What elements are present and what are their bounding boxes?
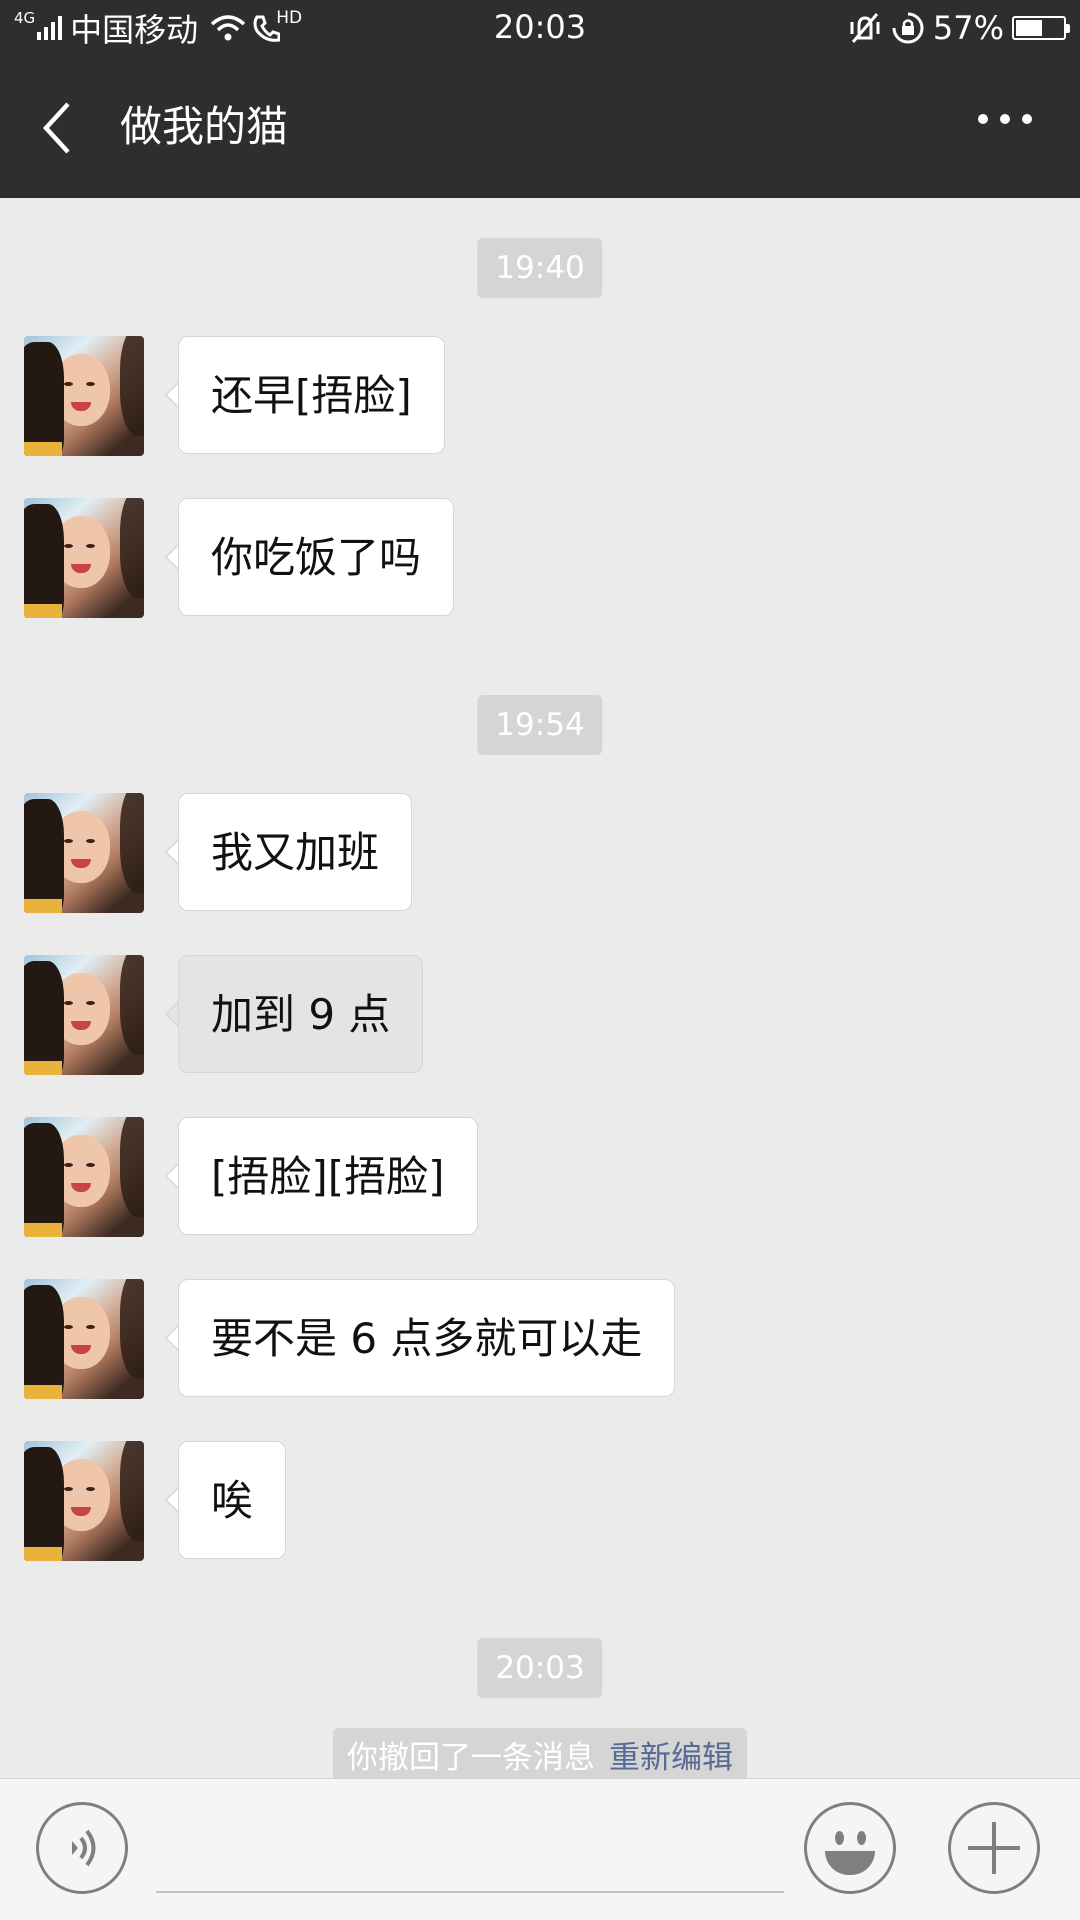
- avatar[interactable]: [24, 955, 144, 1075]
- message-row: 加到 9 点: [24, 955, 424, 1075]
- status-bar: 4G 中国移动 HD 20:03 57%: [0, 0, 1080, 56]
- rotation-lock-icon: [892, 12, 924, 44]
- message-row: 要不是 6 点多就可以走: [24, 1279, 676, 1399]
- message-bubble[interactable]: 我又加班: [178, 793, 413, 911]
- battery-percent: 57%: [932, 9, 1004, 47]
- recall-notice: 你撤回了一条消息 重新编辑: [333, 1728, 747, 1778]
- emoji-icon[interactable]: [804, 1802, 896, 1894]
- message-bubble[interactable]: 还早[捂脸]: [178, 336, 445, 454]
- message-row: 我又加班: [24, 793, 413, 913]
- plus-icon[interactable]: [948, 1802, 1040, 1894]
- timestamp-chip: 19:54: [477, 695, 603, 755]
- input-bar: [0, 1778, 1080, 1920]
- voice-icon[interactable]: [36, 1802, 128, 1894]
- avatar[interactable]: [24, 1441, 144, 1561]
- message-bubble-pressed[interactable]: 加到 9 点: [178, 955, 424, 1073]
- avatar[interactable]: [24, 1117, 144, 1237]
- message-bubble[interactable]: 要不是 6 点多就可以走: [178, 1279, 676, 1397]
- message-row: 还早[捂脸]: [24, 336, 445, 456]
- message-input[interactable]: [156, 1809, 784, 1893]
- message-row: 你吃饭了吗: [24, 498, 455, 618]
- vibrate-icon: [850, 13, 880, 43]
- message-row: [捂脸][捂脸]: [24, 1117, 478, 1237]
- avatar[interactable]: [24, 498, 144, 618]
- message-list[interactable]: 19:40 还早[捂脸] 你吃饭了吗 19:54 我又加班 加到 9 点 [捂脸…: [0, 198, 1080, 1778]
- battery-level-fill: [1016, 20, 1042, 36]
- battery-icon: [1012, 16, 1070, 40]
- avatar[interactable]: [24, 1279, 144, 1399]
- message-bubble[interactable]: [捂脸][捂脸]: [178, 1117, 478, 1235]
- chat-header: 做我的猫: [0, 56, 1080, 198]
- re-edit-link[interactable]: 重新编辑: [609, 1740, 733, 1776]
- recall-notice-text: 你撤回了一条消息: [347, 1740, 595, 1776]
- timestamp-chip: 20:03: [477, 1638, 603, 1698]
- chat-title: 做我的猫: [120, 102, 289, 151]
- timestamp-chip: 19:40: [477, 238, 603, 298]
- chevron-left-icon[interactable]: [38, 98, 78, 158]
- message-bubble[interactable]: 你吃饭了吗: [178, 498, 455, 616]
- more-dots-icon[interactable]: [978, 114, 1032, 124]
- message-bubble[interactable]: 唉: [178, 1441, 287, 1559]
- avatar[interactable]: [24, 336, 144, 456]
- avatar[interactable]: [24, 793, 144, 913]
- message-row: 唉: [24, 1441, 287, 1561]
